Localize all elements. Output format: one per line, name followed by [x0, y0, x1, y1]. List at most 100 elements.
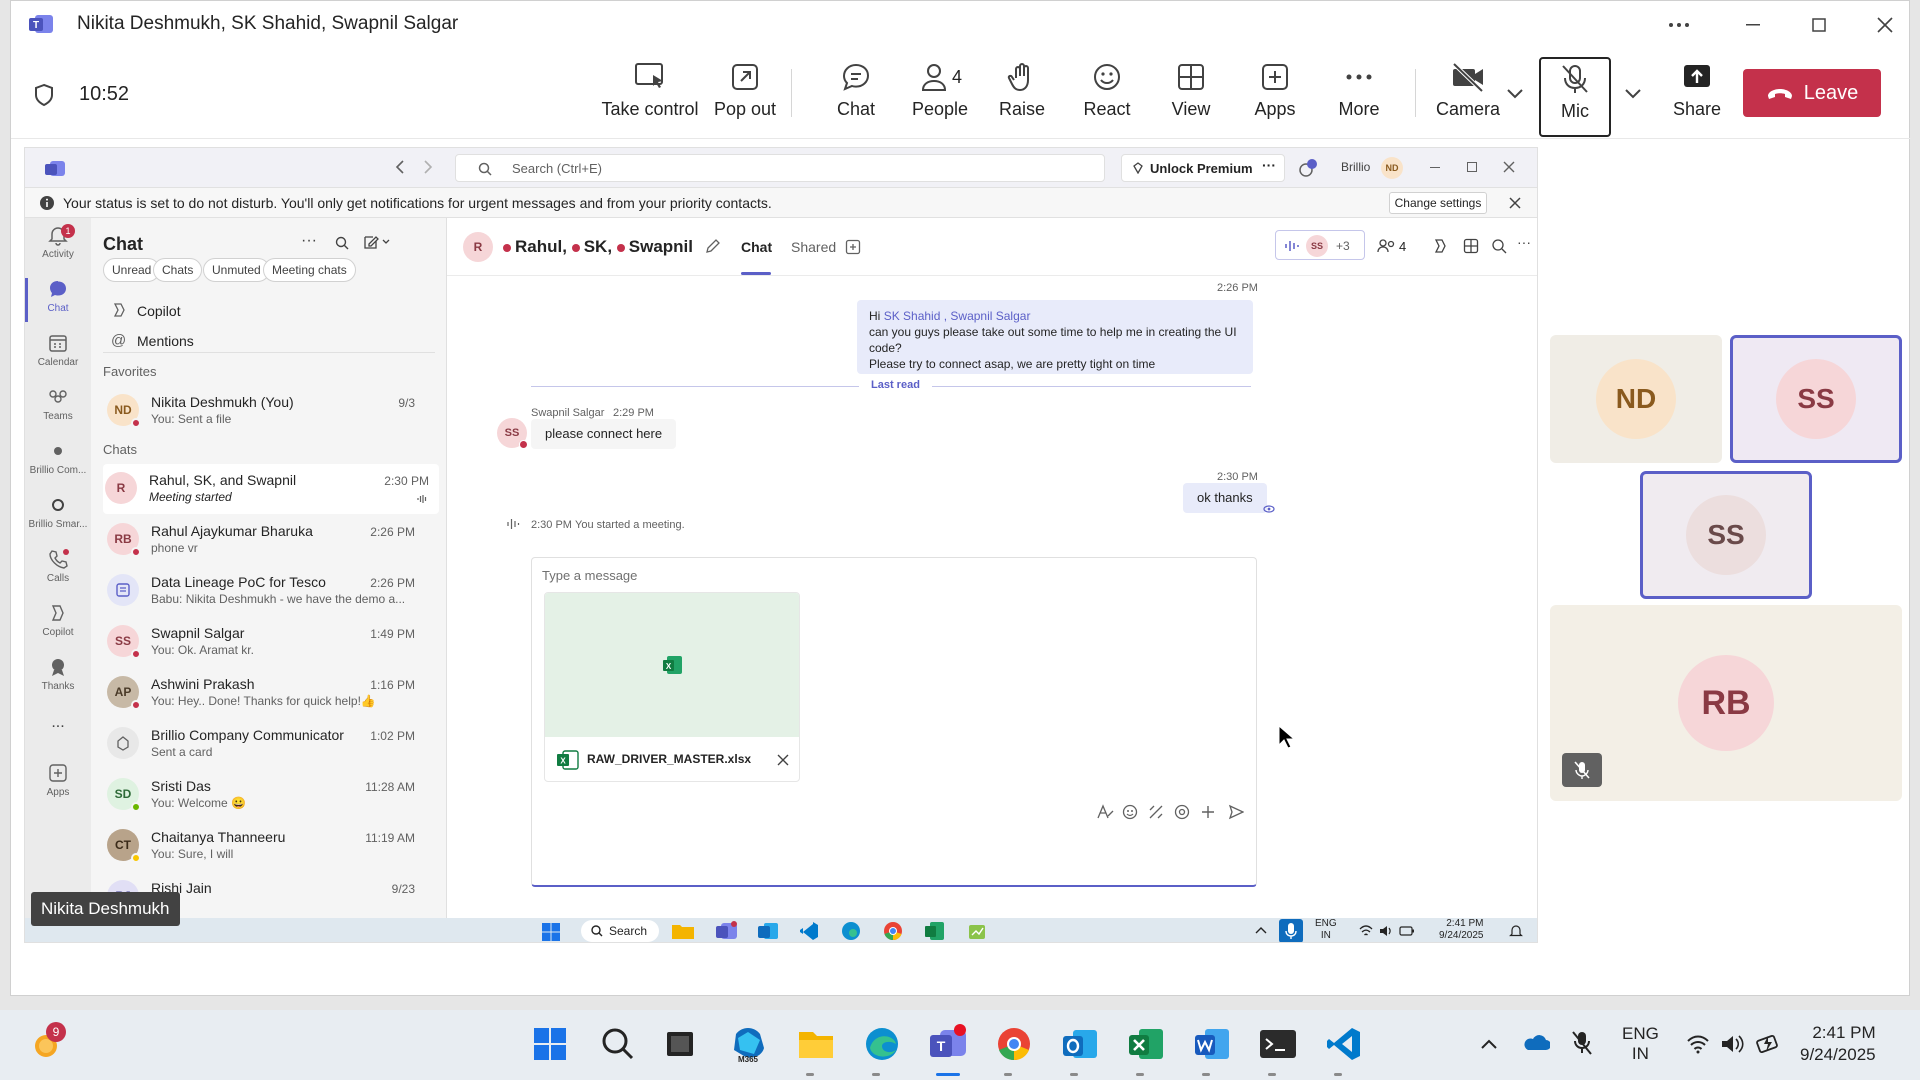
chat-item[interactable]: CT Chaitanya Thanneeru You: Sure, I will…: [105, 821, 425, 871]
banner-close-icon[interactable]: [1509, 197, 1521, 209]
share-button[interactable]: Share: [1654, 61, 1740, 131]
battery-charging-icon[interactable]: [1756, 1032, 1782, 1054]
tray-chevron-icon[interactable]: [1255, 926, 1267, 934]
rail-brillio-com[interactable]: Brillio Com...: [25, 440, 91, 492]
start-button[interactable]: [528, 1022, 572, 1066]
inner-minimize-icon[interactable]: [1430, 167, 1440, 168]
outlook-icon[interactable]: [1058, 1022, 1102, 1066]
rail-activity[interactable]: Activity 1: [25, 224, 91, 276]
system-clock[interactable]: 2:41 PM 9/24/2025: [1800, 1022, 1876, 1066]
filter-unmuted[interactable]: Unmuted: [203, 258, 270, 282]
inner-clock[interactable]: 2:41 PM 9/24/2025: [1439, 918, 1484, 942]
remove-attachment-icon[interactable]: [777, 754, 789, 766]
emoji-icon[interactable]: [1122, 804, 1138, 820]
chat-item[interactable]: AP Ashwini Prakash You: Hey.. Done! Than…: [105, 668, 425, 718]
chat-more-icon[interactable]: ···: [301, 232, 317, 250]
filter-unread[interactable]: Unread: [103, 258, 161, 282]
profile-avatar[interactable]: ND: [1381, 157, 1403, 179]
take-control-button[interactable]: Take control: [595, 61, 705, 131]
taskbar-search[interactable]: Search: [581, 920, 659, 942]
vscode-icon[interactable]: [1322, 1022, 1366, 1066]
vscode-icon[interactable]: [799, 921, 819, 941]
inner-close-icon[interactable]: [1503, 161, 1515, 173]
compose-box[interactable]: Type a message X X RAW_DRIVER_MASTER.xls…: [531, 557, 1257, 887]
rail-chat[interactable]: Chat: [25, 278, 91, 330]
chat-button[interactable]: Chat: [813, 61, 899, 131]
mention[interactable]: SK Shahid , Swapnil Salgar: [884, 309, 1031, 323]
inner-maximize-icon[interactable]: [1467, 162, 1477, 172]
sticker-icon[interactable]: [1148, 804, 1164, 820]
mic-tray-icon[interactable]: [1279, 919, 1303, 942]
teams-icon[interactable]: T: [926, 1022, 970, 1066]
rail-brillio-smar[interactable]: Brillio Smar...: [25, 494, 91, 546]
conversation-search-icon[interactable]: [1491, 238, 1507, 254]
conversation-more-icon[interactable]: ···: [1517, 234, 1531, 250]
add-icon[interactable]: [1200, 804, 1216, 820]
excel-icon[interactable]: [1124, 1022, 1168, 1066]
language-indicator[interactable]: ENG IN: [1315, 918, 1337, 942]
tray-overflow-chevron-icon[interactable]: [1480, 1038, 1498, 1050]
more-options-icon[interactable]: [1659, 11, 1699, 39]
excel-taskbar-icon[interactable]: [925, 921, 945, 941]
word-icon[interactable]: [1190, 1022, 1234, 1066]
filter-meeting-chats[interactable]: Meeting chats: [263, 258, 356, 282]
close-button[interactable]: [1865, 11, 1905, 39]
minimize-button[interactable]: [1733, 11, 1773, 39]
rail-teams[interactable]: Teams: [25, 386, 91, 438]
change-settings-button[interactable]: Change settings: [1389, 192, 1487, 214]
leave-button[interactable]: Leave: [1743, 69, 1881, 117]
back-arrow-icon[interactable]: [395, 160, 405, 174]
participant-tile-speaking[interactable]: SS: [1640, 471, 1812, 599]
forward-arrow-icon[interactable]: [423, 160, 433, 174]
onedrive-icon[interactable]: [1522, 1034, 1550, 1052]
notifications-icon[interactable]: [1509, 924, 1523, 938]
chat-item[interactable]: Data Lineage PoC for Tesco Babu: Nikita …: [105, 566, 425, 616]
join-call-indicator[interactable]: SS +3: [1275, 230, 1365, 260]
chat-search-icon[interactable]: [335, 236, 349, 250]
file-explorer-icon[interactable]: [671, 922, 695, 940]
rail-apps[interactable]: Apps: [25, 762, 91, 814]
rail-copilot[interactable]: Copilot: [25, 602, 91, 654]
copilot-icon[interactable]: [1431, 238, 1449, 254]
add-tab-icon[interactable]: [845, 239, 861, 255]
edge-icon[interactable]: [841, 921, 861, 941]
rail-calendar[interactable]: Calendar: [25, 332, 91, 384]
language-indicator[interactable]: ENG IN: [1622, 1024, 1659, 1064]
pop-out-button[interactable]: Pop out: [702, 61, 788, 131]
react-button[interactable]: React: [1064, 61, 1150, 131]
apps-button[interactable]: Apps: [1232, 61, 1318, 131]
edge-icon[interactable]: [860, 1022, 904, 1066]
more-button[interactable]: More: [1316, 61, 1402, 131]
chat-item[interactable]: SD Sristi Das You: Welcome 😀 11:28 AM: [105, 770, 425, 820]
loop-icon[interactable]: [1174, 804, 1190, 820]
people-button[interactable]: 4 People: [897, 61, 983, 131]
rail-thanks[interactable]: Thanks: [25, 656, 91, 708]
new-chat-icon[interactable]: [363, 234, 391, 250]
chat-item[interactable]: Brillio Company Communicator Sent a card…: [105, 719, 425, 769]
copilot-notify-icon[interactable]: [1297, 158, 1319, 178]
camera-button[interactable]: Camera: [1425, 61, 1511, 131]
format-icon[interactable]: [1096, 804, 1114, 820]
teams-taskbar-icon[interactable]: [715, 921, 739, 941]
search-input[interactable]: Search (Ctrl+E): [455, 154, 1105, 182]
rail-more[interactable]: ...: [25, 714, 91, 766]
mentions-item[interactable]: @ Mentions: [111, 330, 411, 354]
message-input[interactable]: Type a message: [542, 568, 637, 583]
mic-button[interactable]: Mic: [1539, 57, 1611, 137]
app-taskbar-icon[interactable]: [967, 921, 987, 941]
unlock-premium-button[interactable]: Unlock Premium ···: [1121, 154, 1285, 182]
terminal-icon[interactable]: [1256, 1022, 1300, 1066]
wifi-icon[interactable]: [1686, 1034, 1710, 1054]
attachment-card[interactable]: X X RAW_DRIVER_MASTER.xlsx: [544, 592, 800, 782]
edit-pencil-icon[interactable]: [705, 238, 721, 254]
chrome-icon[interactable]: [883, 921, 903, 941]
chat-item-active[interactable]: R Rahul, SK, and Swapnil Meeting started…: [103, 464, 439, 514]
filter-chats[interactable]: Chats: [153, 258, 203, 282]
grid-icon[interactable]: [1463, 238, 1479, 254]
weather-widget[interactable]: 9: [24, 1022, 68, 1066]
outlook-icon[interactable]: [757, 921, 779, 941]
windows-start-icon[interactable]: [541, 922, 561, 942]
mic-muted-tray-icon[interactable]: [1572, 1030, 1592, 1056]
m365-icon[interactable]: M365: [726, 1022, 770, 1066]
participants-icon[interactable]: [1377, 238, 1397, 254]
